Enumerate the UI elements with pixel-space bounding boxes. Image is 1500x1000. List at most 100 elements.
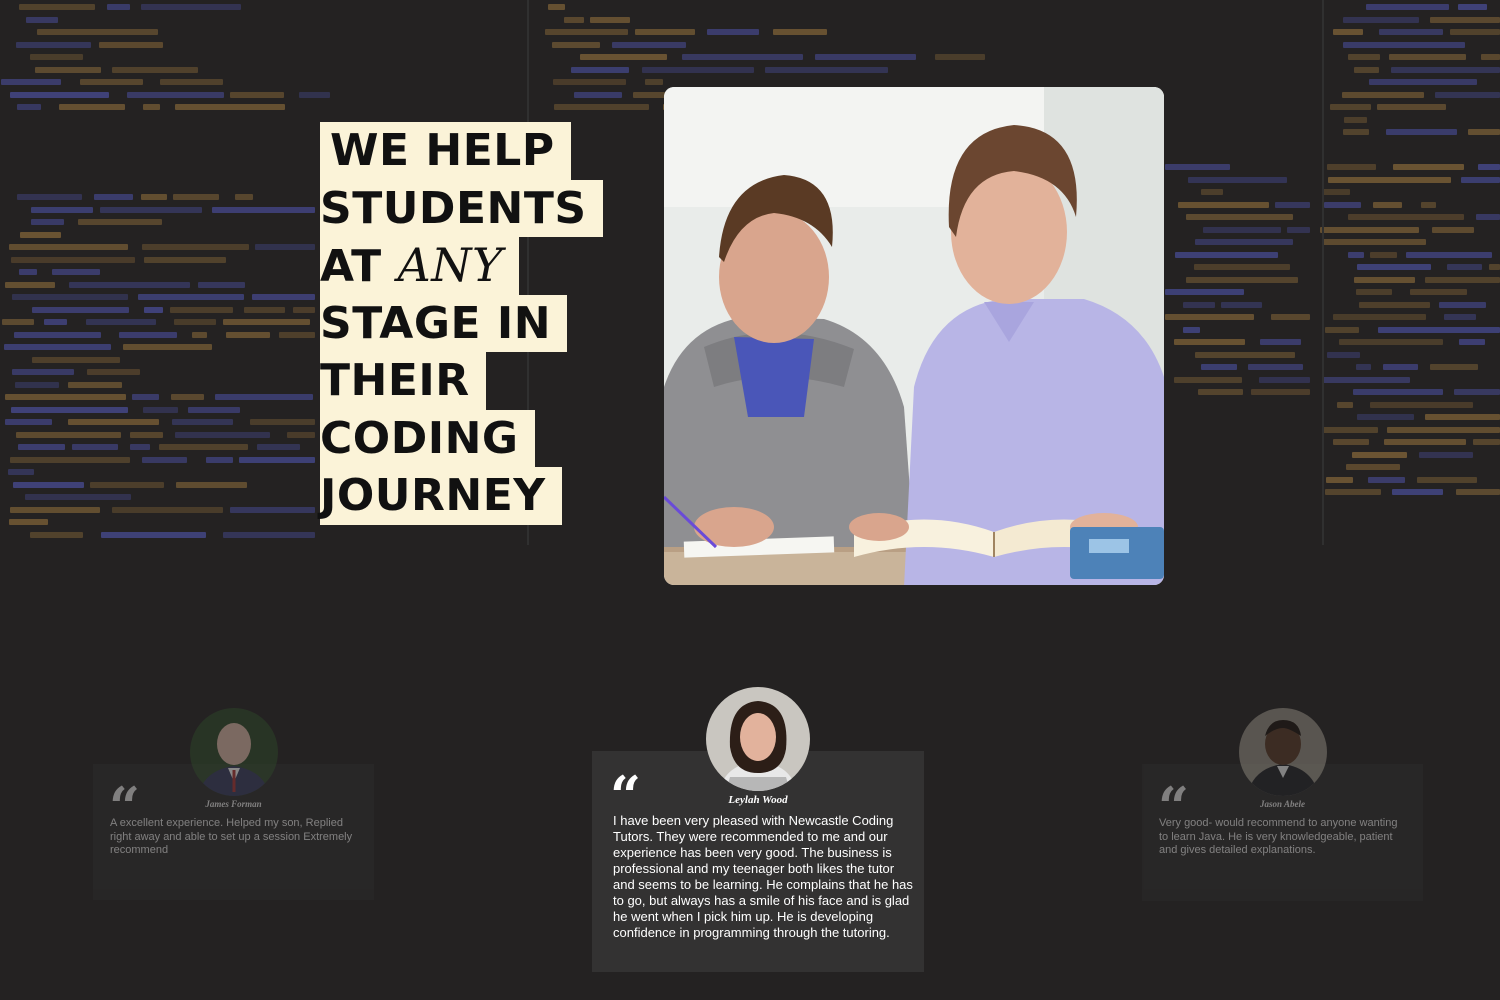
code-line	[1165, 314, 1254, 320]
code-line	[1186, 276, 1298, 283]
code-line	[1359, 301, 1430, 308]
code-line	[1337, 401, 1353, 408]
code-line	[1175, 251, 1278, 258]
code-line	[112, 506, 223, 513]
testimonial-author: James Forman	[205, 799, 262, 809]
code-line	[1410, 289, 1467, 295]
code-line	[175, 431, 270, 438]
code-line	[1356, 364, 1371, 370]
code-line	[1344, 116, 1367, 123]
code-line	[19, 269, 37, 275]
code-line	[26, 16, 58, 23]
code-line	[1, 79, 61, 85]
code-line	[633, 91, 667, 98]
code-line	[1447, 264, 1482, 270]
code-line	[1346, 464, 1400, 470]
code-line	[1330, 104, 1371, 110]
code-line	[548, 4, 565, 10]
code-line	[160, 79, 223, 85]
code-line	[175, 104, 285, 110]
code-line	[9, 244, 128, 250]
headline-line: THEIR	[320, 352, 486, 410]
code-line	[192, 331, 207, 338]
code-line	[5, 281, 55, 288]
code-line	[144, 256, 226, 263]
code-line	[1339, 339, 1443, 345]
code-line	[252, 294, 315, 300]
code-line	[1425, 414, 1500, 420]
code-line	[86, 319, 156, 325]
code-line	[1271, 314, 1310, 320]
headline-line: STAGE IN	[320, 294, 568, 352]
code-line	[130, 444, 150, 450]
code-line	[9, 519, 48, 525]
code-line	[1178, 201, 1269, 208]
code-line	[18, 444, 65, 450]
code-line	[1430, 364, 1478, 370]
code-line	[1391, 66, 1500, 73]
code-line	[132, 394, 159, 400]
code-line	[31, 219, 64, 225]
code-line	[11, 256, 135, 263]
code-line	[1370, 401, 1473, 408]
code-line	[15, 381, 59, 388]
code-line	[5, 394, 126, 400]
code-line	[143, 406, 178, 413]
code-line	[101, 531, 206, 538]
code-line	[78, 219, 162, 225]
headline-line: JOURNEY	[320, 467, 562, 525]
code-line	[1476, 214, 1500, 220]
code-line	[119, 331, 177, 338]
avatar	[1239, 708, 1327, 796]
code-line	[1248, 364, 1303, 370]
code-line	[1354, 276, 1415, 283]
code-line	[172, 419, 233, 425]
code-line	[1327, 164, 1376, 170]
code-line	[1275, 201, 1310, 208]
code-line	[223, 531, 315, 538]
code-line	[935, 54, 985, 60]
code-line	[1373, 201, 1402, 208]
code-line	[112, 66, 198, 73]
code-line	[69, 281, 190, 288]
code-line	[1393, 164, 1464, 170]
code-line	[188, 406, 240, 413]
code-line	[138, 294, 244, 300]
code-line	[1478, 164, 1500, 170]
testimonial-text: I have been very pleased with Newcastle …	[613, 813, 913, 940]
code-line	[765, 66, 888, 73]
code-line	[1188, 176, 1287, 183]
code-line	[1386, 129, 1457, 135]
code-line	[10, 506, 100, 513]
code-line	[141, 4, 241, 10]
code-line	[1370, 251, 1397, 258]
code-line	[1203, 226, 1281, 233]
code-line	[1450, 29, 1500, 35]
code-line	[552, 41, 600, 48]
code-line	[35, 66, 101, 73]
code-line	[1324, 201, 1361, 208]
code-line	[1195, 351, 1295, 358]
code-line	[1343, 129, 1369, 135]
code-line	[1459, 339, 1485, 345]
code-line	[12, 294, 128, 300]
code-line	[1489, 264, 1500, 270]
code-line	[173, 194, 219, 200]
code-line	[574, 91, 622, 98]
code-line	[1379, 29, 1443, 35]
code-line	[1325, 489, 1381, 495]
code-line	[16, 431, 121, 438]
code-line	[32, 306, 129, 313]
code-line	[1368, 476, 1405, 483]
code-line	[1417, 476, 1477, 483]
code-line	[682, 54, 803, 60]
code-line	[1325, 326, 1359, 333]
code-line	[223, 319, 310, 325]
code-line	[1183, 326, 1200, 333]
code-line	[571, 66, 629, 73]
code-line	[1348, 251, 1364, 258]
code-line	[99, 41, 163, 48]
code-line	[287, 431, 315, 438]
code-line	[1454, 389, 1500, 395]
code-line	[206, 456, 233, 463]
